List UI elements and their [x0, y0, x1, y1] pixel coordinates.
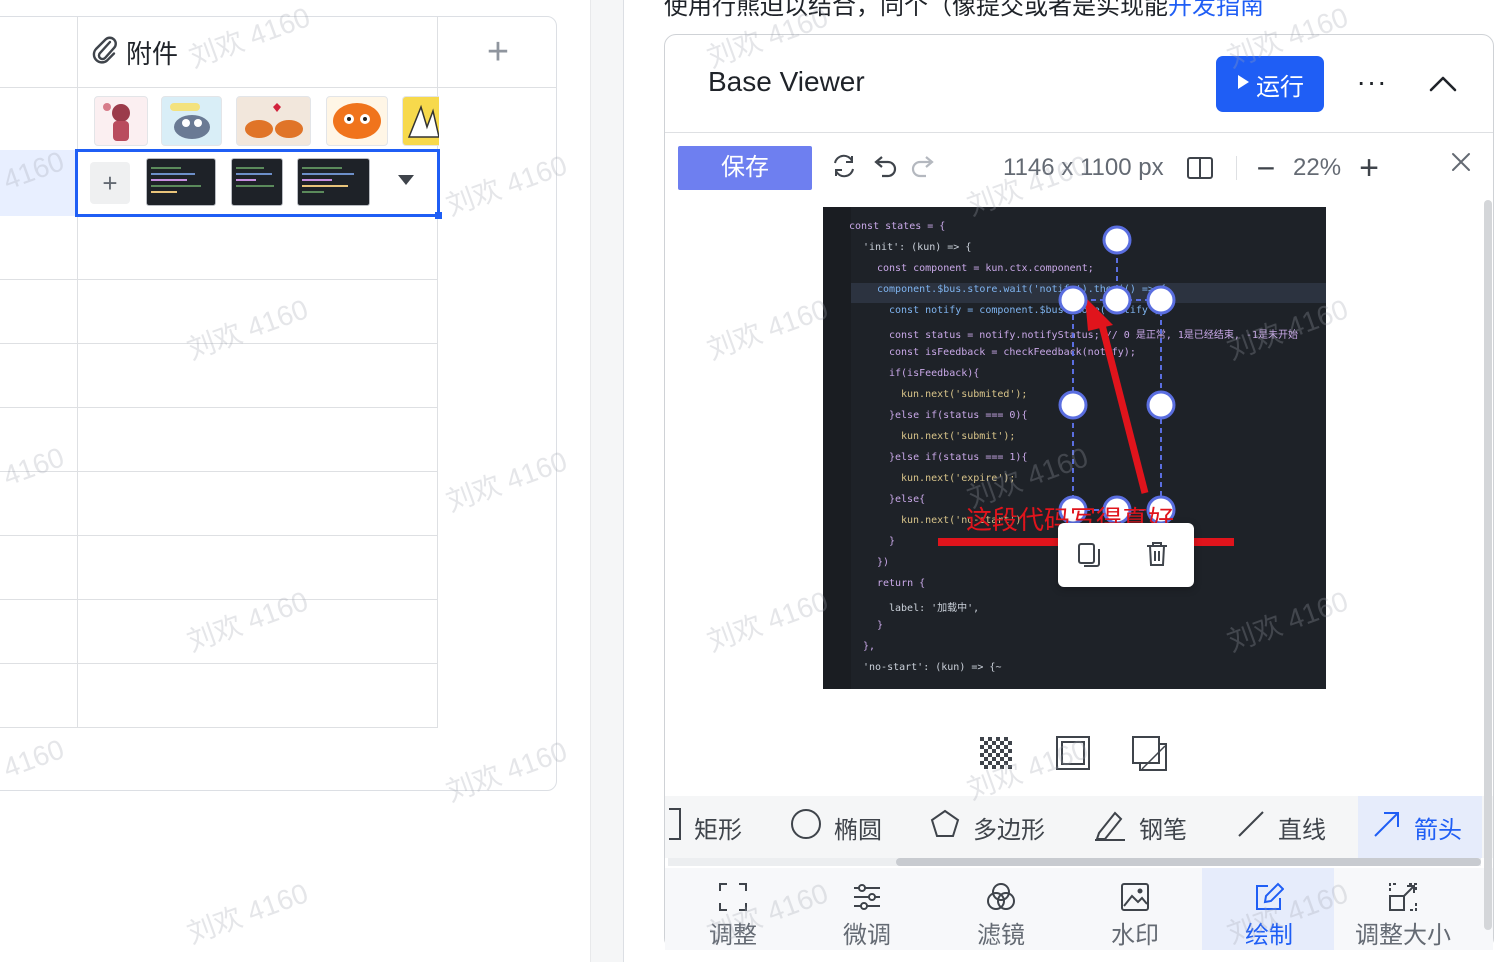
run-button-label: 运行	[1256, 73, 1304, 101]
fit-frame-icon[interactable]	[1056, 736, 1090, 770]
header-divider	[665, 132, 1493, 133]
attachment-thumbnail[interactable]	[146, 158, 216, 206]
cell-fill-handle[interactable]	[435, 212, 442, 219]
attachment-thumbnail[interactable]	[402, 96, 439, 146]
tab-draw[interactable]: 绘制	[1214, 876, 1324, 950]
chevron-up-icon[interactable]	[1425, 66, 1461, 102]
tab-filter[interactable]: 滤镜	[946, 876, 1056, 950]
more-options-button[interactable]: ···	[1352, 62, 1392, 102]
sliders-icon	[852, 882, 882, 919]
tab-fine-tune[interactable]: 微调	[812, 876, 922, 950]
attachment-thumbnail[interactable]	[94, 96, 148, 146]
polygon-icon	[929, 808, 961, 847]
resize-icon	[1388, 882, 1418, 919]
add-attachment-button[interactable]: +	[90, 162, 130, 204]
pen-icon	[1093, 807, 1127, 848]
attachment-thumbnail[interactable]	[231, 158, 283, 206]
panel-scrollbar[interactable]	[1484, 200, 1492, 930]
tab-adjust[interactable]: 调整	[678, 876, 788, 950]
add-column-button[interactable]: +	[480, 32, 516, 72]
selected-row-highlight	[0, 150, 76, 216]
trash-icon[interactable]	[1144, 539, 1170, 574]
attachment-thumbnail[interactable]	[297, 158, 370, 206]
intro-text: 使用行熊迫以结合，同个（像提交或者是实现能开发指南	[664, 0, 1264, 21]
image-dimensions: 1146 x 1100 px	[1003, 154, 1164, 181]
undo-icon[interactable]	[870, 152, 898, 187]
column-header-attachments[interactable]: 附件	[90, 34, 178, 71]
shadow-frame-icon[interactable]	[1132, 736, 1167, 771]
ellipse-icon	[790, 808, 822, 847]
save-button[interactable]: 保存	[678, 146, 812, 190]
filter-circles-icon	[986, 882, 1016, 919]
shape-polygon[interactable]: 多边形	[929, 806, 1045, 848]
caret-down-icon[interactable]	[398, 175, 414, 185]
shape-pen[interactable]: 钢笔	[1093, 806, 1187, 848]
viewer-title: Base Viewer	[708, 66, 865, 97]
pane-splitter[interactable]	[590, 0, 624, 962]
shape-arrow[interactable]: 箭头	[1372, 806, 1462, 848]
duplicate-icon[interactable]	[1076, 541, 1102, 574]
image-icon	[1120, 882, 1150, 919]
crop-icon	[718, 882, 748, 919]
transparent-background-icon[interactable]	[980, 737, 1014, 771]
run-button[interactable]: 运行	[1216, 56, 1324, 112]
zoom-level: 22%	[1293, 154, 1342, 181]
shape-context-menu	[1058, 523, 1194, 587]
zoom-in-button[interactable]: +	[1355, 150, 1383, 186]
shape-toolbar-scroll-thumb[interactable]	[896, 858, 1481, 866]
line-icon	[1236, 809, 1266, 846]
zoom-out-button[interactable]: −	[1252, 150, 1280, 186]
attachment-thumbnail[interactable]	[326, 96, 388, 146]
rectangle-icon	[668, 807, 682, 848]
close-icon[interactable]	[1450, 150, 1474, 178]
compare-icon[interactable]	[1186, 155, 1214, 186]
redo-icon[interactable]	[910, 152, 938, 187]
dev-guide-link[interactable]: 开发指南	[1168, 0, 1264, 20]
play-icon	[1236, 70, 1250, 98]
annotation-layer[interactable]	[823, 207, 1326, 689]
column-header-label: 附件	[126, 39, 179, 69]
attachment-thumbnail[interactable]	[161, 96, 222, 146]
arrow-icon	[1372, 809, 1402, 846]
refresh-icon[interactable]	[830, 152, 858, 185]
tab-watermark[interactable]: 水印	[1080, 876, 1190, 950]
shape-ellipse[interactable]: 椭圆	[790, 806, 882, 848]
paperclip-icon	[90, 34, 118, 71]
shape-rectangle[interactable]: 矩形	[668, 806, 742, 848]
attachment-thumbnail[interactable]	[236, 96, 311, 146]
tab-resize[interactable]: 调整大小	[1348, 876, 1458, 950]
shape-line[interactable]: 直线	[1236, 806, 1326, 848]
edit-pencil-icon	[1254, 882, 1285, 919]
toolbar-divider	[1236, 156, 1237, 180]
